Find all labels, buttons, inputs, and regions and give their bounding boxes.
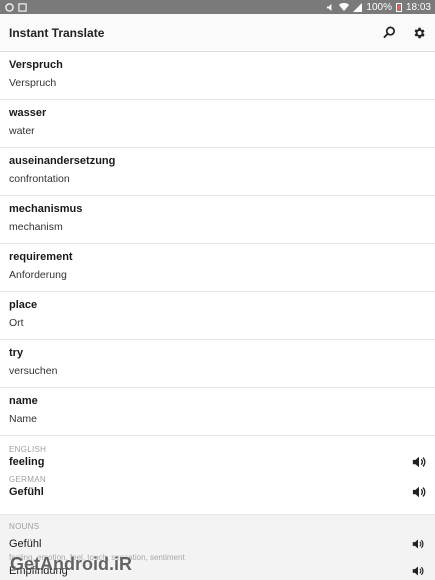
history-target: Verspruch [9, 77, 57, 89]
source-language-label: ENGLISH [9, 445, 47, 454]
app-title: Instant Translate [9, 25, 105, 40]
source-word: feeling [9, 456, 45, 468]
app-bar: Instant Translate [0, 14, 435, 52]
part-of-speech-label: NOUNS [9, 522, 40, 531]
history-item[interactable]: requirement Anforderung [0, 244, 435, 292]
translation-card: ENGLISH feeling GERMAN Gefühl [0, 436, 435, 515]
battery-icon [395, 2, 402, 12]
status-bar: 100% 18:03 [0, 0, 435, 14]
dictionary-entry: Gefühl [9, 537, 426, 551]
watermark: GetAndroid.iR [10, 554, 132, 574]
history-item[interactable]: try versuchen [0, 340, 435, 388]
history-target: water [9, 125, 35, 137]
dictionary-section: NOUNS Gefühl feeling, emotion, feel, tou… [0, 515, 435, 580]
history-item[interactable]: Verspruch Verspruch [0, 52, 435, 100]
history-item[interactable]: name Name [0, 388, 435, 436]
search-icon[interactable] [381, 25, 397, 41]
history-target: confrontation [9, 173, 70, 185]
speaker-icon[interactable] [412, 564, 426, 578]
history-source: requirement [9, 251, 73, 263]
history-item[interactable]: place Ort [0, 292, 435, 340]
history-source: place [9, 299, 38, 311]
history-target: Name [9, 413, 38, 425]
history-target: Ort [9, 317, 24, 329]
battery-percent: 100% [366, 1, 392, 13]
history-source: Verspruch [9, 59, 63, 71]
history-source: wasser [9, 107, 47, 119]
history-source: mechanismus [9, 203, 83, 215]
source-row: feeling [9, 455, 426, 469]
history-target: versuchen [9, 365, 58, 377]
signal-icon [353, 2, 363, 12]
wifi-icon [339, 2, 350, 11]
clock: 18:03 [405, 1, 431, 13]
target-row: Gefühl [9, 485, 426, 499]
history-target: Anforderung [9, 269, 67, 281]
notification-icon [5, 2, 14, 12]
status-right: 100% 18:03 [326, 2, 431, 13]
history-source: auseinandersetzung [9, 155, 116, 167]
image-notification-icon [18, 2, 27, 12]
speaker-icon[interactable] [412, 485, 426, 499]
status-left [5, 2, 27, 12]
history-target: mechanism [9, 221, 63, 233]
history-item[interactable]: wasser water [0, 100, 435, 148]
target-language-label: GERMAN [9, 475, 46, 484]
gear-icon[interactable] [411, 25, 427, 41]
history-item[interactable]: mechanismus mechanism [0, 196, 435, 244]
target-word: Gefühl [9, 486, 44, 498]
history-list: Verspruch Verspruch wasser water auseina… [0, 52, 435, 436]
mute-icon [327, 3, 332, 11]
history-item[interactable]: auseinandersetzung confrontation [0, 148, 435, 196]
speaker-icon[interactable] [412, 537, 426, 551]
speaker-icon[interactable] [412, 455, 426, 469]
app-actions [381, 25, 427, 41]
dictionary-word: Gefühl [9, 538, 42, 550]
history-source: name [9, 395, 38, 407]
history-source: try [9, 347, 24, 359]
